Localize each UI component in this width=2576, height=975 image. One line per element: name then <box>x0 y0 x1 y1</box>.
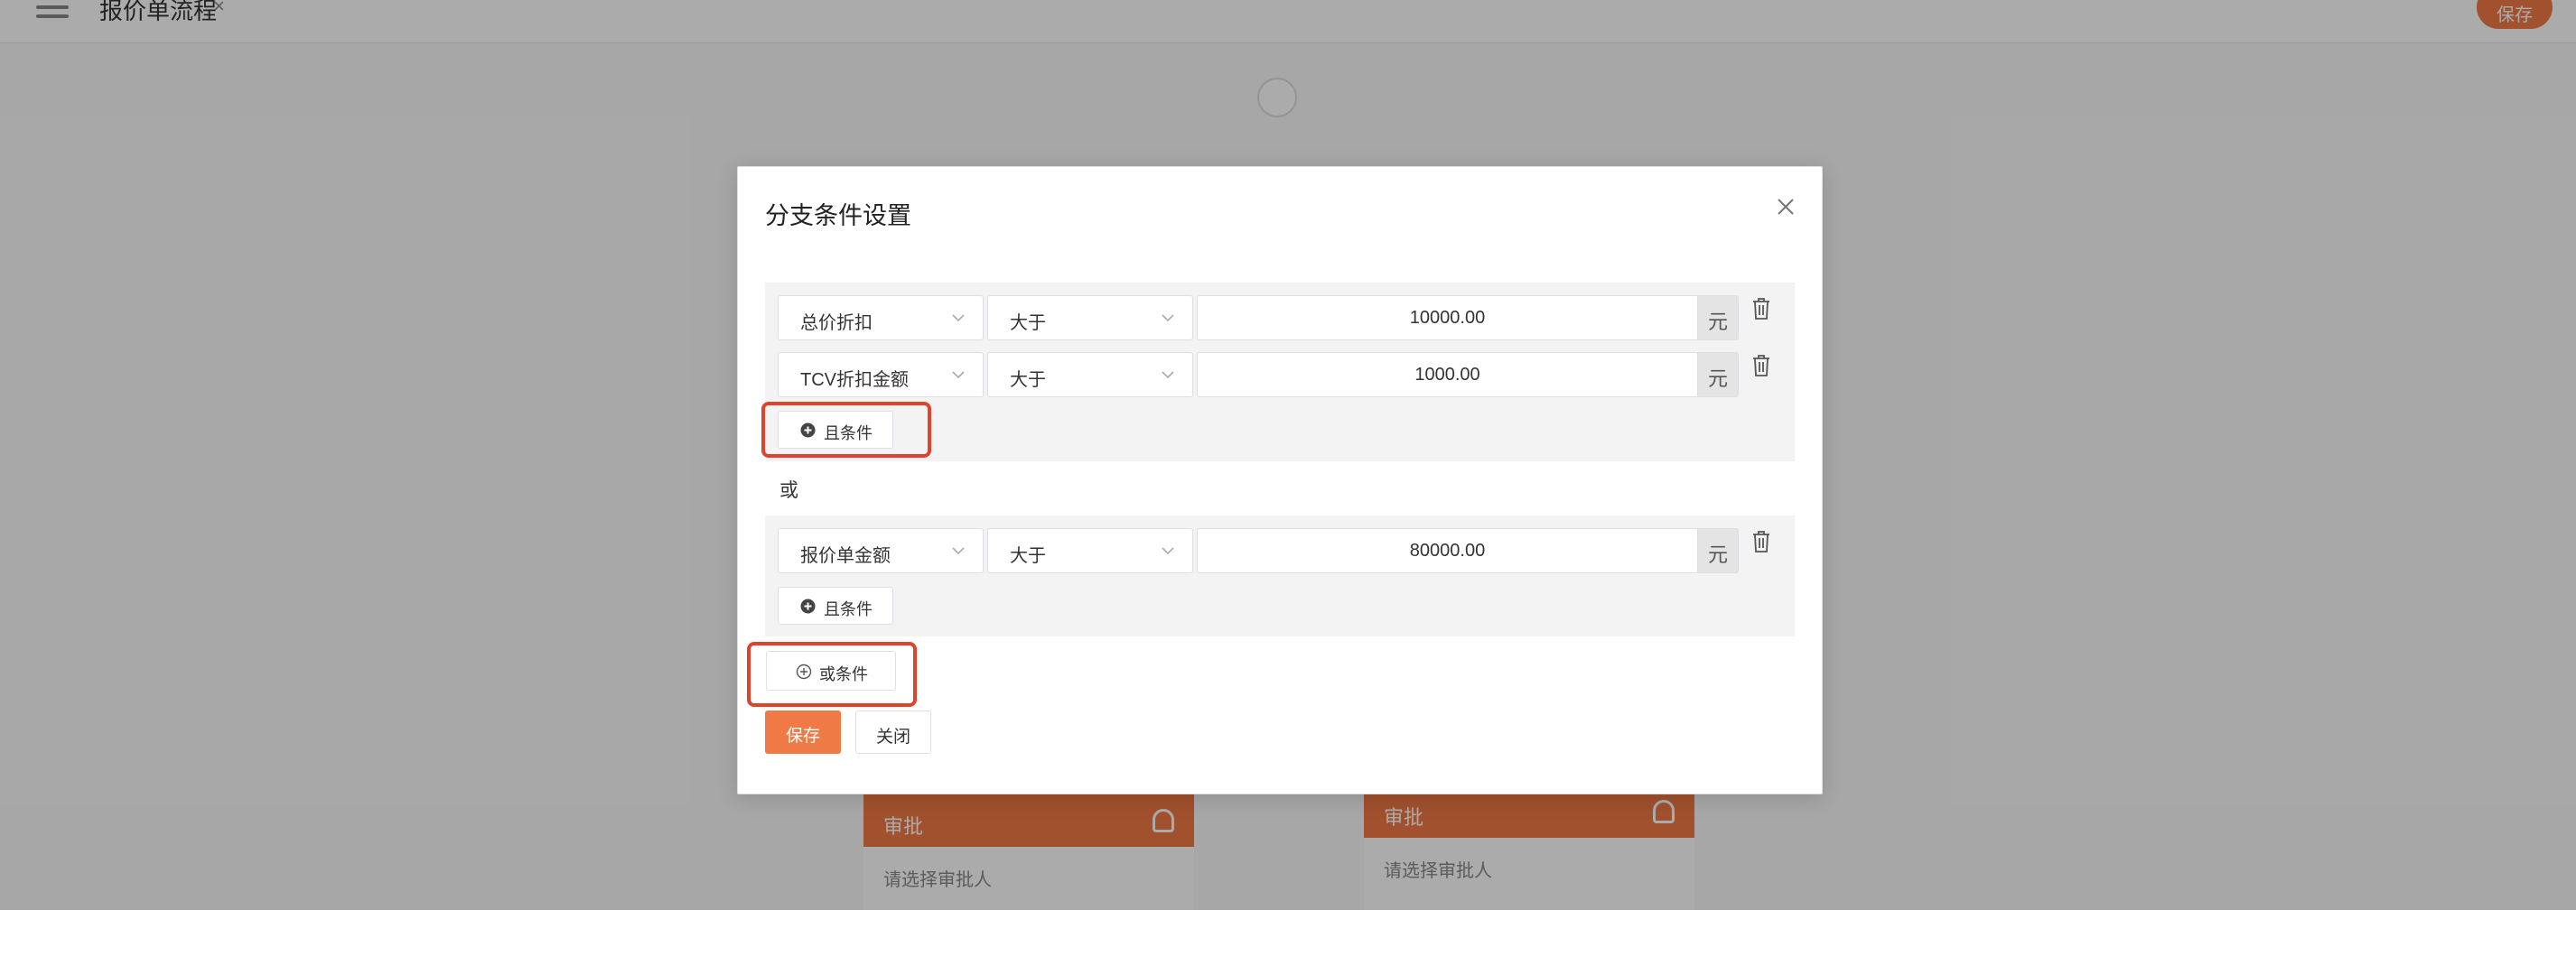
trash-icon[interactable] <box>1751 297 1771 320</box>
operator-select[interactable]: 大于 <box>987 295 1193 340</box>
plus-circle-filled-icon <box>800 599 816 614</box>
field-select[interactable]: TCV折扣金额 <box>778 352 984 397</box>
or-separator: 或 <box>779 480 798 501</box>
chevron-down-icon <box>952 547 965 555</box>
unit-label: 元 <box>1697 528 1739 573</box>
operator-select[interactable]: 大于 <box>987 528 1193 573</box>
plus-circle-filled-icon <box>800 422 816 438</box>
chevron-down-icon <box>952 314 965 322</box>
condition-row: TCV折扣金额 大于 1000.00 元 <box>778 352 1780 397</box>
add-or-condition-label: 或条件 <box>819 665 868 683</box>
field-select[interactable]: 报价单金额 <box>778 528 984 573</box>
condition-row: 总价折扣 大于 10000.00 元 <box>778 295 1780 340</box>
condition-group: 总价折扣 大于 10000.00 元 TCV折扣金额 大于 1000.00 元 … <box>765 283 1795 461</box>
add-and-condition-button[interactable]: 且条件 <box>778 587 893 625</box>
add-or-condition-button[interactable]: 或条件 <box>766 651 896 691</box>
add-and-condition-label: 且条件 <box>824 600 873 618</box>
operator-select[interactable]: 大于 <box>987 352 1193 397</box>
chevron-down-icon <box>952 371 965 379</box>
operator-select-value: 大于 <box>1010 546 1046 566</box>
field-select[interactable]: 总价折扣 <box>778 295 984 340</box>
chevron-down-icon <box>1162 547 1174 555</box>
field-select-value: TCV折扣金额 <box>800 370 909 390</box>
trash-icon[interactable] <box>1751 354 1771 377</box>
field-select-value: 总价折扣 <box>800 313 873 333</box>
value-input[interactable]: 10000.00 <box>1197 295 1697 340</box>
unit-label: 元 <box>1697 352 1739 397</box>
unit-label: 元 <box>1697 295 1739 340</box>
branch-condition-dialog: 分支条件设置 总价折扣 大于 10000.00 元 TCV折扣金额 大于 100… <box>737 166 1823 794</box>
field-select-value: 报价单金额 <box>800 546 891 566</box>
close-button[interactable]: 关闭 <box>855 710 931 754</box>
value-input[interactable]: 80000.00 <box>1197 528 1697 573</box>
add-and-condition-label: 且条件 <box>824 424 873 442</box>
trash-icon[interactable] <box>1751 530 1771 553</box>
close-icon[interactable] <box>1773 194 1798 219</box>
operator-select-value: 大于 <box>1010 370 1046 390</box>
operator-select-value: 大于 <box>1010 313 1046 333</box>
save-button[interactable]: 保存 <box>765 710 841 754</box>
plus-circle-outline-icon <box>796 664 812 680</box>
value-input[interactable]: 1000.00 <box>1197 352 1697 397</box>
chevron-down-icon <box>1162 371 1174 379</box>
condition-group: 报价单金额 大于 80000.00 元 且条件 <box>765 515 1795 636</box>
dialog-title: 分支条件设置 <box>765 202 911 229</box>
condition-row: 报价单金额 大于 80000.00 元 <box>778 528 1780 573</box>
chevron-down-icon <box>1162 314 1174 322</box>
add-and-condition-button[interactable]: 且条件 <box>778 411 893 449</box>
